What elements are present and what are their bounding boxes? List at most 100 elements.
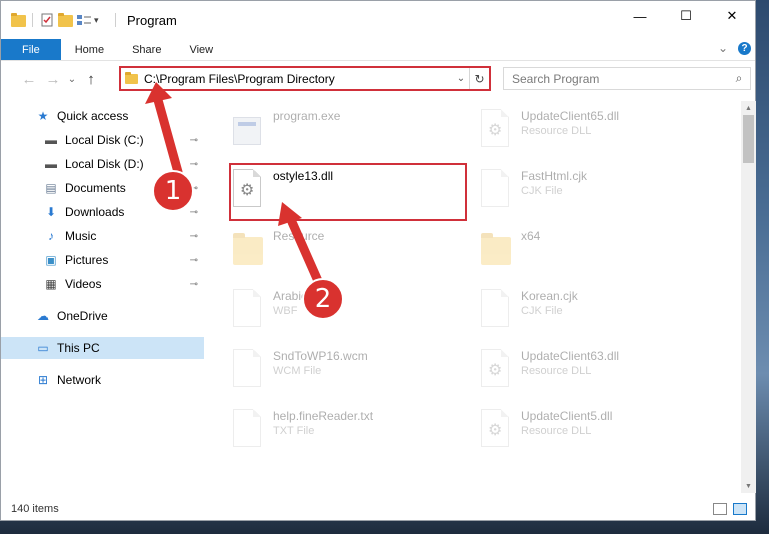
tab-file[interactable]: File (1, 39, 61, 60)
pin-icon[interactable]: ⊸ (190, 207, 198, 218)
back-button[interactable]: ← (17, 71, 41, 88)
search-input[interactable] (504, 71, 728, 86)
pin-icon[interactable]: ⊸ (190, 255, 198, 266)
application-icon (233, 109, 265, 149)
file-item[interactable]: help.fineReader.txt TXT File (207, 405, 447, 461)
file-texts: ostyle13.dll (273, 169, 333, 185)
customize-toolbar-chevron-down-icon[interactable]: ▾ (94, 13, 108, 27)
ribbon-right-controls: ⌄ ? (718, 41, 751, 55)
toolbar-separator (32, 13, 33, 27)
address-path[interactable]: C:\Program Files\Program Directory (144, 72, 453, 86)
star-icon: ★ (37, 109, 49, 123)
refresh-button[interactable]: ↻ (469, 68, 489, 89)
navigation-pane: ★ Quick access ▬ Local Disk (C:) ⊸ ▬ Local Dis… (1, 101, 206, 493)
properties-icon[interactable] (40, 13, 54, 27)
expand-ribbon-chevron-down-icon[interactable]: ⌄ (718, 41, 728, 55)
file-texts: UpdateClient5.dll Resource DLL (521, 409, 612, 437)
sidebar-item-network[interactable]: ⊞ Network (1, 369, 204, 391)
help-icon[interactable]: ? (738, 41, 751, 55)
rename-icon[interactable] (76, 13, 91, 27)
maximize-button[interactable]: ☐ (663, 1, 709, 31)
tab-home[interactable]: Home (61, 39, 118, 60)
sidebar-item-quick-access[interactable]: ★ Quick access (1, 105, 204, 127)
file-item[interactable]: Korean.cjk CJK File (455, 285, 695, 341)
file-name: help.fineReader.txt (273, 409, 374, 423)
file-type: WBF (273, 305, 298, 317)
minimize-button[interactable]: — (617, 1, 663, 31)
details-view-button[interactable] (713, 503, 727, 515)
recent-locations-chevron-down-icon[interactable]: ⌄ (65, 74, 79, 85)
window-controls: — ☐ ✕ (617, 1, 755, 31)
document-icon (481, 169, 513, 209)
file-name: SndToWP16.wcm (273, 349, 368, 363)
sidebar-item-local-disk-c[interactable]: ▬ Local Disk (C:) ⊸ (1, 129, 204, 151)
file-name: UpdateClient5.dll (521, 409, 613, 423)
status-bar: 140 items (1, 497, 755, 521)
scroll-thumb[interactable] (743, 115, 754, 163)
file-item[interactable]: ⚙ UpdateClient65.dll Resource DLL (455, 105, 695, 161)
sidebar-item-label: Quick access (57, 109, 129, 123)
document-icon (233, 349, 265, 389)
drive-icon: ▬ (45, 157, 57, 171)
file-texts: Resource (273, 229, 324, 245)
search-box[interactable]: ⌕ (503, 67, 751, 90)
file-name: Resource (273, 229, 325, 243)
file-name: ostyle13.dll (273, 169, 334, 183)
annotation-step-1: 1 (152, 170, 194, 212)
window-title: Program (127, 12, 177, 28)
scroll-down-icon[interactable]: ▼ (741, 479, 756, 493)
sidebar-item-label: OneDrive (57, 309, 108, 323)
video-icon: ▦ (45, 277, 57, 291)
sidebar-item-videos[interactable]: ▦ Videos ⊸ (1, 273, 204, 295)
sidebar-item-music[interactable]: ♪ Music ⊸ (1, 225, 204, 247)
vertical-scrollbar[interactable]: ▲ ▼ (741, 101, 756, 493)
search-icon: ⌕ (735, 71, 743, 85)
scroll-up-icon[interactable]: ▲ (741, 101, 756, 115)
pin-icon[interactable]: ⊸ (190, 279, 198, 290)
picture-icon: ▣ (45, 253, 57, 267)
settings-file-icon: ⚙ (233, 169, 265, 209)
sidebar-item-label: Local Disk (D:) (65, 157, 144, 171)
document-icon (481, 289, 513, 329)
pin-icon[interactable]: ⊸ (190, 231, 198, 242)
item-count: 140 items (11, 503, 59, 515)
file-name: Korean.cjk (521, 289, 578, 303)
pin-icon[interactable]: ⊸ (190, 159, 198, 170)
address-dropdown-chevron-down-icon[interactable]: ⌄ (453, 73, 469, 84)
pin-icon[interactable]: ⊸ (190, 135, 198, 146)
sidebar-item-onedrive[interactable]: ☁ OneDrive (1, 305, 204, 327)
settings-file-icon: ⚙ (481, 409, 513, 449)
file-type: Resource DLL (521, 365, 592, 377)
tab-view[interactable]: View (175, 39, 227, 60)
close-button[interactable]: ✕ (709, 1, 755, 31)
forward-button[interactable]: → (41, 71, 65, 88)
file-item[interactable]: Resource (207, 225, 447, 281)
sidebar-item-label: Downloads (65, 205, 125, 219)
file-texts: program.exe (273, 109, 340, 125)
file-item[interactable]: ⚙ ostyle13.dll (207, 165, 447, 221)
computer-icon: ▭ (37, 341, 49, 355)
tab-share[interactable]: Share (118, 39, 175, 60)
file-item[interactable]: FastHtml.cjk CJK File (455, 165, 695, 221)
toolbar-separator (115, 13, 116, 27)
file-item[interactable]: ⚙ UpdateClient5.dll Resource DLL (455, 405, 695, 461)
file-texts: FastHtml.cjk CJK File (521, 169, 587, 197)
up-button[interactable]: ↑ (79, 71, 103, 88)
file-item[interactable]: ⚙ UpdateClient63.dll Resource DLL (455, 345, 695, 401)
address-bar[interactable]: C:\Program Files\Program Directory ⌄ ↻ (119, 66, 491, 91)
file-item[interactable]: x64 (455, 225, 695, 281)
document-icon: ▤ (45, 181, 57, 195)
file-item[interactable]: program.exe (207, 105, 447, 161)
file-texts: UpdateClient65.dll Resource DLL (521, 109, 619, 137)
settings-file-icon: ⚙ (481, 349, 513, 389)
file-name: UpdateClient63.dll (521, 349, 620, 363)
new-folder-icon[interactable] (58, 13, 73, 27)
sidebar-item-label: Music (65, 229, 97, 243)
sidebar-item-this-pc[interactable]: ▭ This PC (1, 337, 204, 359)
sidebar-item-pictures[interactable]: ▣ Pictures ⊸ (1, 249, 204, 271)
file-item[interactable]: SndToWP16.wcm WCM File (207, 345, 447, 401)
sidebar-item-label: Pictures (65, 253, 109, 267)
network-icon: ⊞ (37, 373, 49, 387)
folder-icon (11, 13, 26, 27)
large-icons-view-button[interactable] (733, 503, 747, 515)
